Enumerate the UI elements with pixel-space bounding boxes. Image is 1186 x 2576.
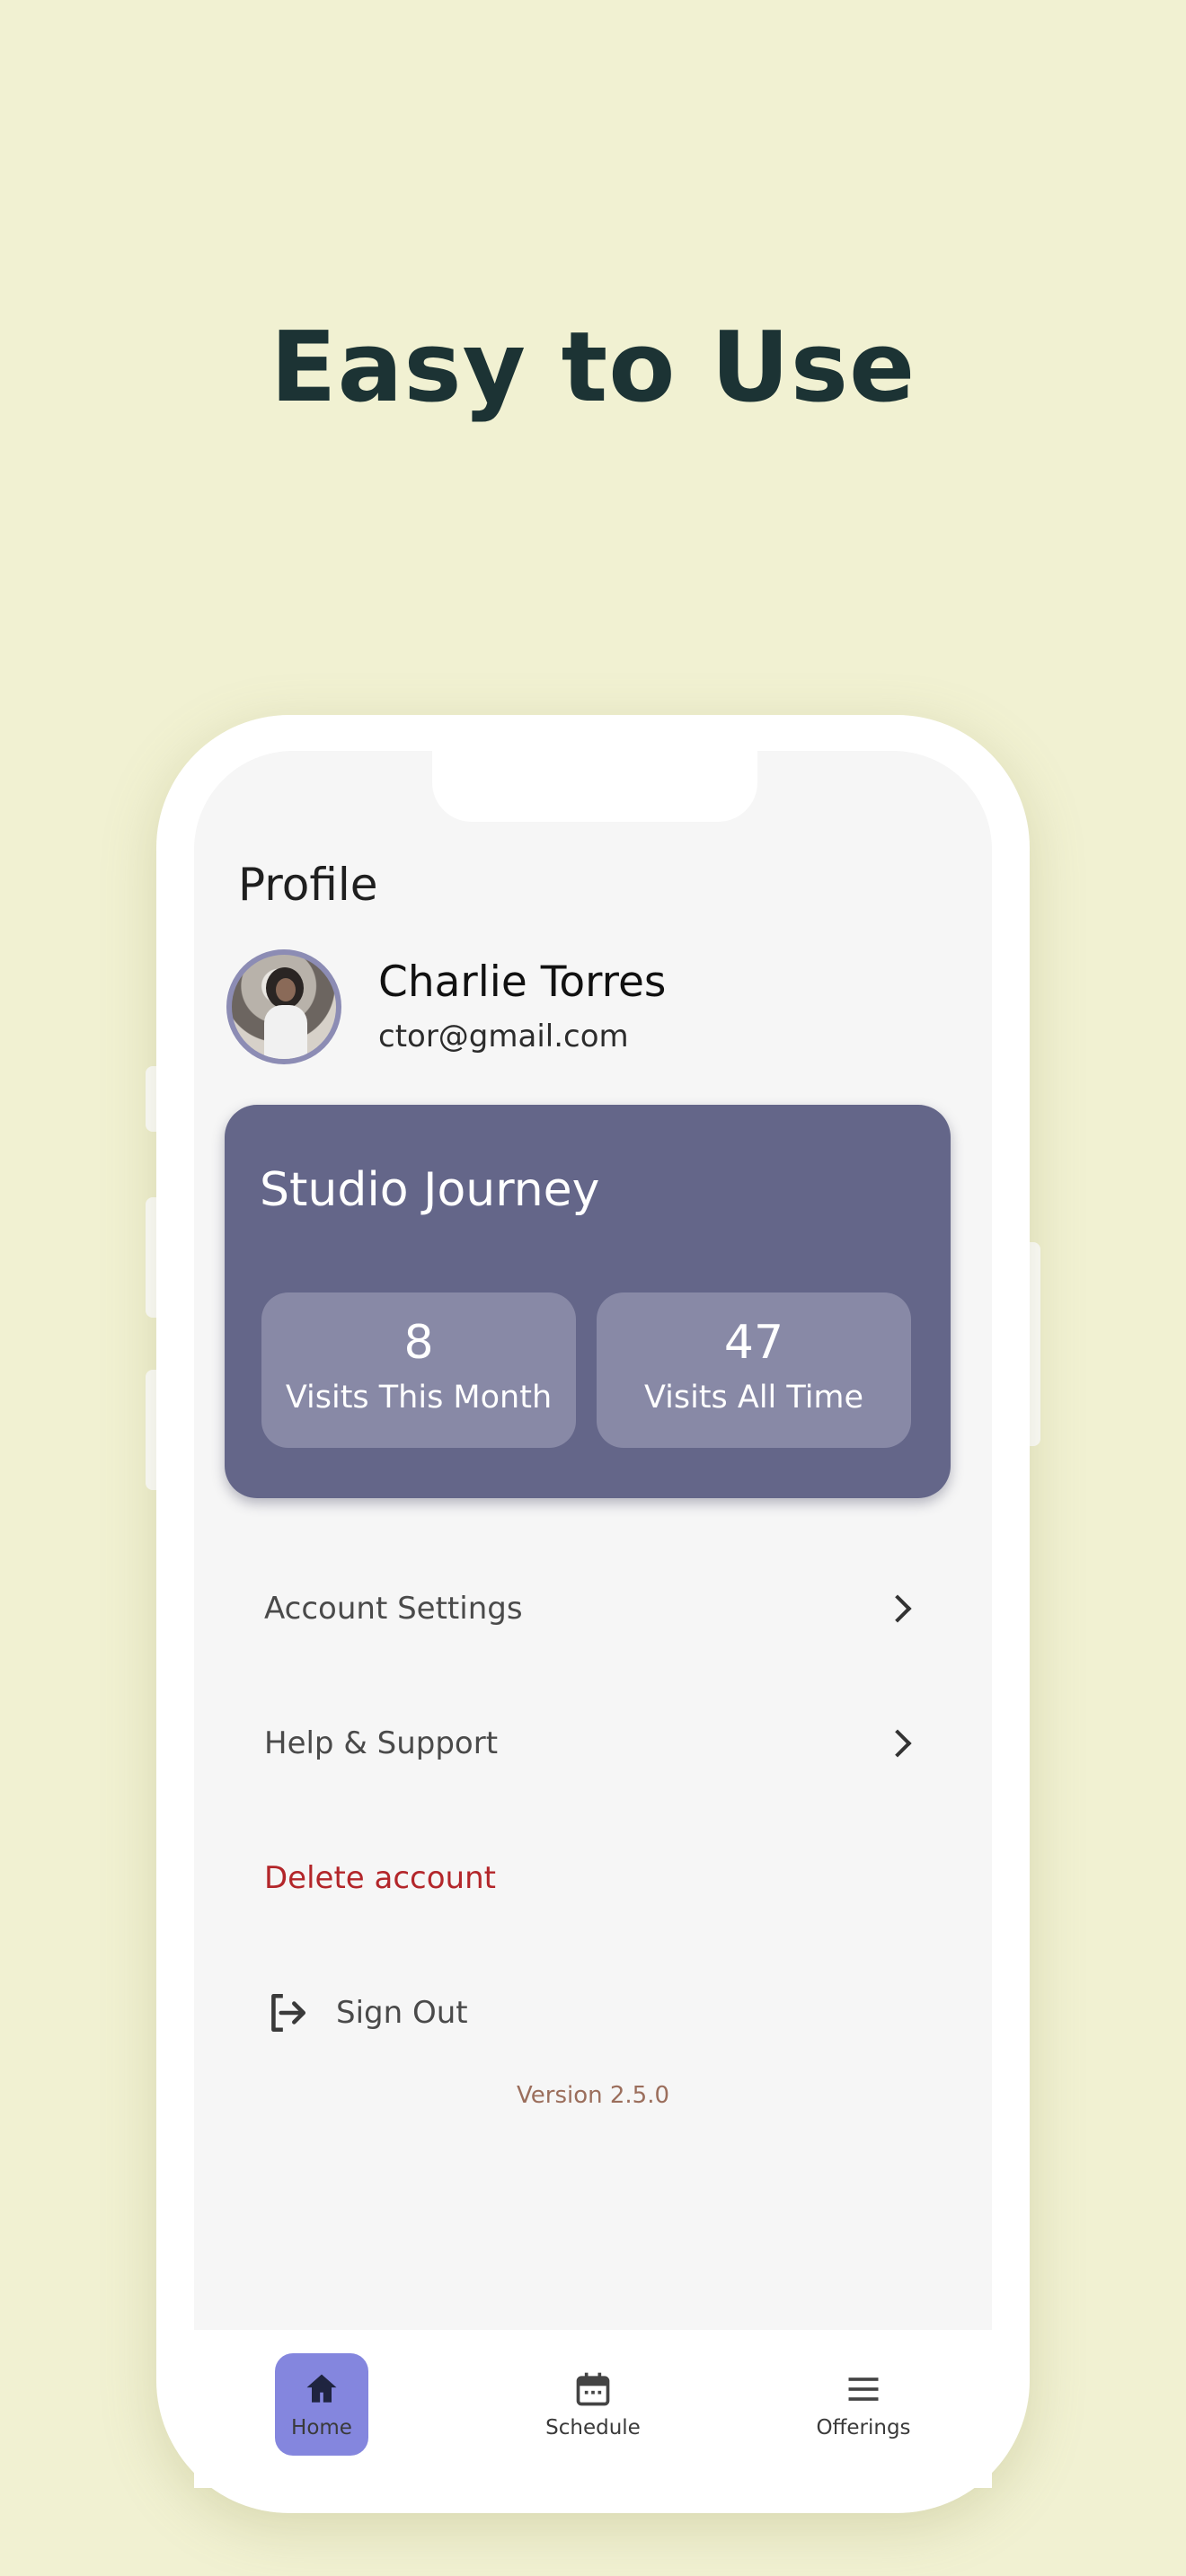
tab-home-label: Home: [291, 2416, 352, 2439]
help-support-label: Help & Support: [264, 1725, 499, 1761]
stat-visits-all-time: 47 Visits All Time: [597, 1292, 911, 1448]
calendar-icon: [576, 2372, 610, 2406]
menu-icon: [848, 2378, 879, 2401]
sign-out-button[interactable]: Sign Out: [264, 1981, 468, 2044]
delete-account-label: Delete account: [264, 1860, 496, 1896]
avatar-photo: [232, 955, 336, 1059]
bottom-nav: Home Schedule Offerings: [194, 2330, 992, 2488]
user-name: Charlie Torres: [378, 957, 667, 1007]
version-text: Version 2.5.0: [516, 2082, 670, 2109]
tab-offerings[interactable]: Offerings: [810, 2353, 917, 2456]
phone-notch: [432, 751, 757, 822]
chevron-right-icon: [883, 1594, 912, 1623]
tab-offerings-label: Offerings: [816, 2416, 911, 2439]
account-settings-row[interactable]: Account Settings: [264, 1577, 920, 1640]
tab-schedule[interactable]: Schedule: [539, 2353, 647, 2456]
page-title: Profile: [238, 859, 378, 911]
studio-journey-title: Studio Journey: [260, 1163, 600, 1217]
tab-schedule-label: Schedule: [545, 2416, 641, 2439]
sign-out-label: Sign Out: [336, 1995, 468, 2031]
account-settings-label: Account Settings: [264, 1591, 523, 1627]
studio-journey-card: Studio Journey 8 Visits This Month 47 Vi…: [225, 1105, 951, 1498]
user-email: ctor@gmail.com: [378, 1019, 629, 1054]
stat-visits-this-month: 8 Visits This Month: [261, 1292, 576, 1448]
chevron-right-icon: [883, 1729, 912, 1758]
stat-label: Visits This Month: [285, 1380, 553, 1416]
stat-value: 8: [403, 1316, 434, 1370]
tab-home[interactable]: Home: [275, 2353, 368, 2456]
home-icon: [306, 2374, 337, 2403]
stat-value: 47: [723, 1316, 784, 1370]
delete-account-button[interactable]: Delete account: [264, 1847, 920, 1910]
stat-label: Visits All Time: [643, 1380, 864, 1416]
avatar: [226, 949, 341, 1064]
marketing-headline: Easy to Use: [270, 312, 916, 424]
logout-icon: [271, 1993, 306, 2033]
help-support-row[interactable]: Help & Support: [264, 1712, 920, 1775]
